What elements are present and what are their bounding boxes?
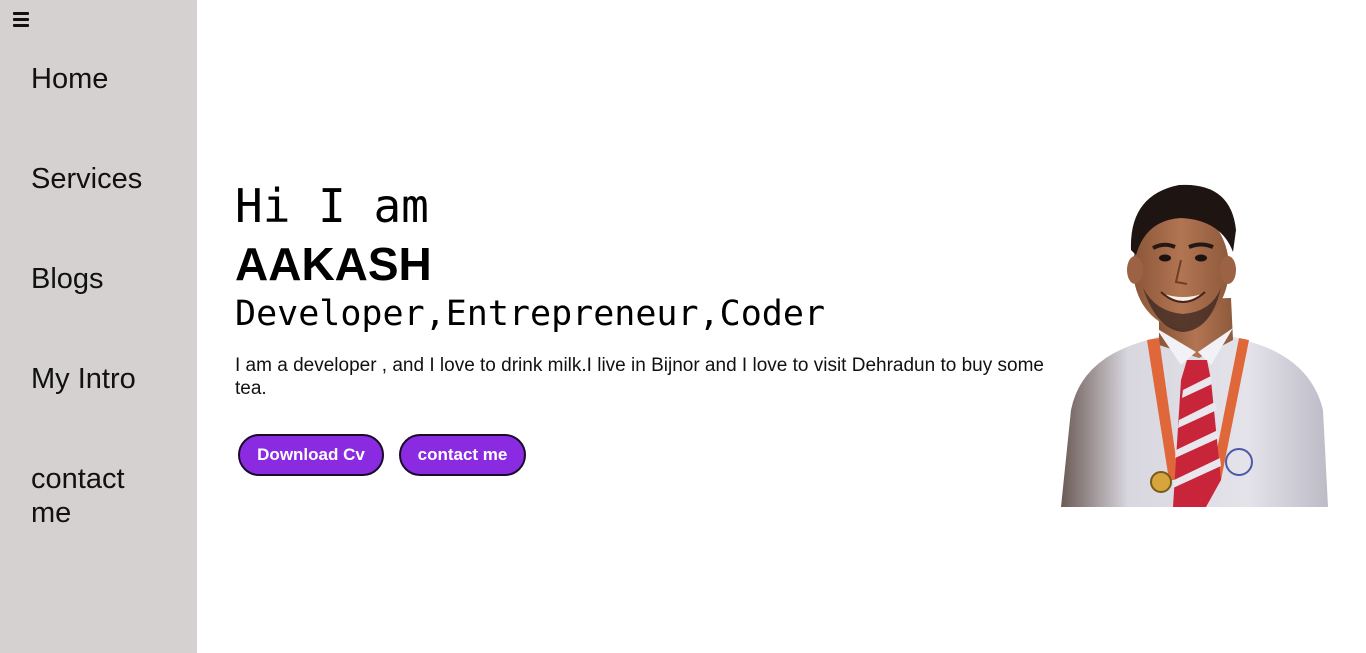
hero-name: AAKASH xyxy=(235,238,432,290)
hero-section: Hi I am AAKASH Developer,Entrepreneur,Co… xyxy=(197,0,1366,653)
sidebar-item-my-intro[interactable]: My Intro xyxy=(31,362,181,396)
sidebar-item-home[interactable]: Home xyxy=(31,62,181,96)
sidebar-item-blogs[interactable]: Blogs xyxy=(31,262,181,296)
intro-paragraph: I am a developer , and I love to drink m… xyxy=(235,355,1044,399)
sidebar-item-contact[interactable]: contact me xyxy=(31,462,151,530)
greeting-text: Hi I am xyxy=(235,179,429,233)
hamburger-menu-icon[interactable] xyxy=(13,12,30,27)
contact-me-button[interactable]: contact me xyxy=(399,434,526,476)
download-cv-button[interactable]: Download Cv xyxy=(238,434,384,476)
hero-roles: Developer,Entrepreneur,Coder xyxy=(235,294,826,334)
sidebar: Home Services Blogs My Intro contact me xyxy=(0,0,197,653)
sidebar-item-services[interactable]: Services xyxy=(31,162,181,196)
profile-photo xyxy=(1061,180,1328,507)
